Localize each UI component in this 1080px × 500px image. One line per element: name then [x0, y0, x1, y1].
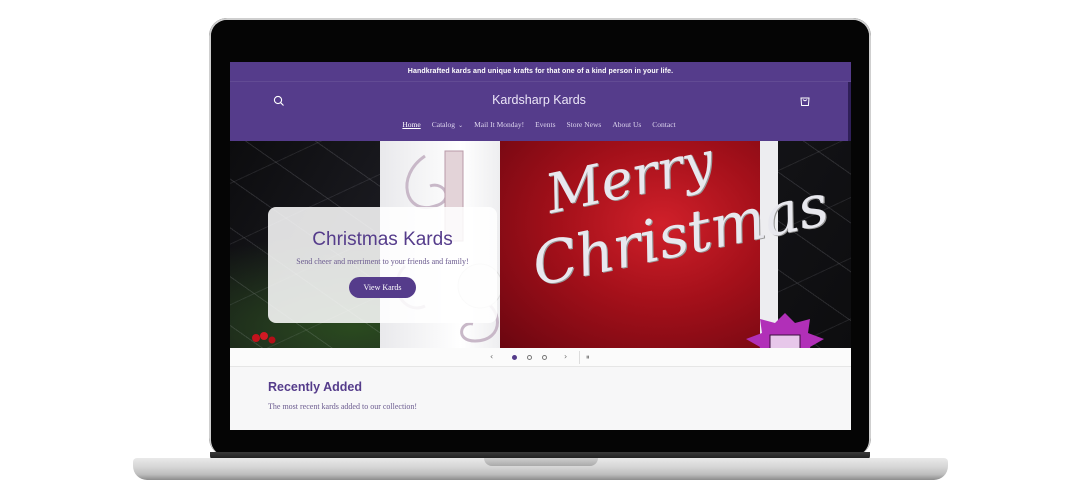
chevron-left-icon[interactable]: ‹: [490, 352, 493, 361]
slide-dot-3[interactable]: [542, 355, 547, 360]
browser-screen: Handkrafted kards and unique krafts for …: [230, 62, 851, 430]
hero-subtitle: Send cheer and merriment to your friends…: [296, 257, 469, 266]
section-subtitle: The most recent kards added to our colle…: [268, 402, 418, 411]
nav-item-events[interactable]: Events: [535, 120, 555, 129]
main-nav: Home Catalog ⌄ Mail It Monday! Events Sto…: [230, 120, 848, 129]
nav-item-home[interactable]: Home: [402, 120, 420, 129]
hero-slideshow: Merry Christmas Christmas Kards Send che…: [230, 141, 851, 348]
nav-item-catalog-label: Catalog: [431, 120, 456, 129]
pause-icon[interactable]: ⏸: [586, 353, 590, 362]
site-header: Kardsharp Kards Home Catalog ⌄ Mail It Mo…: [230, 82, 851, 141]
nav-item-contact[interactable]: Contact: [652, 120, 675, 129]
slide-dot-1[interactable]: [512, 355, 517, 360]
purple-stamp-decoration: [746, 313, 824, 348]
holly-berries-icon: [252, 332, 276, 344]
hero-title: Christmas Kards: [312, 229, 453, 250]
site-title[interactable]: Kardsharp Kards: [230, 93, 848, 107]
announcement-bar: Handkrafted kards and unique krafts for …: [230, 62, 851, 82]
nav-item-about-us[interactable]: About Us: [612, 120, 641, 129]
cart-icon[interactable]: [798, 94, 812, 108]
view-kards-button[interactable]: View Kards: [348, 277, 417, 298]
section-title: Recently Added: [268, 380, 363, 394]
nav-item-catalog[interactable]: Catalog ⌄: [432, 120, 463, 129]
slide-dot-2[interactable]: [527, 355, 532, 360]
chevron-right-icon[interactable]: ›: [564, 352, 567, 361]
nav-item-mail-it-monday[interactable]: Mail It Monday!: [474, 120, 524, 129]
slider-controls: ‹ › ⏸: [230, 348, 851, 367]
slider-divider: [579, 351, 580, 364]
nav-item-store-news[interactable]: Store News: [567, 120, 602, 129]
announcement-text: Handkrafted kards and unique krafts for …: [407, 68, 674, 75]
chevron-down-icon: ⌄: [458, 123, 464, 129]
recently-added-section: Recently Added The most recent kards add…: [230, 367, 851, 430]
laptop-notch: [484, 458, 598, 466]
hero-promo-box: Christmas Kards Send cheer and merriment…: [268, 207, 497, 323]
